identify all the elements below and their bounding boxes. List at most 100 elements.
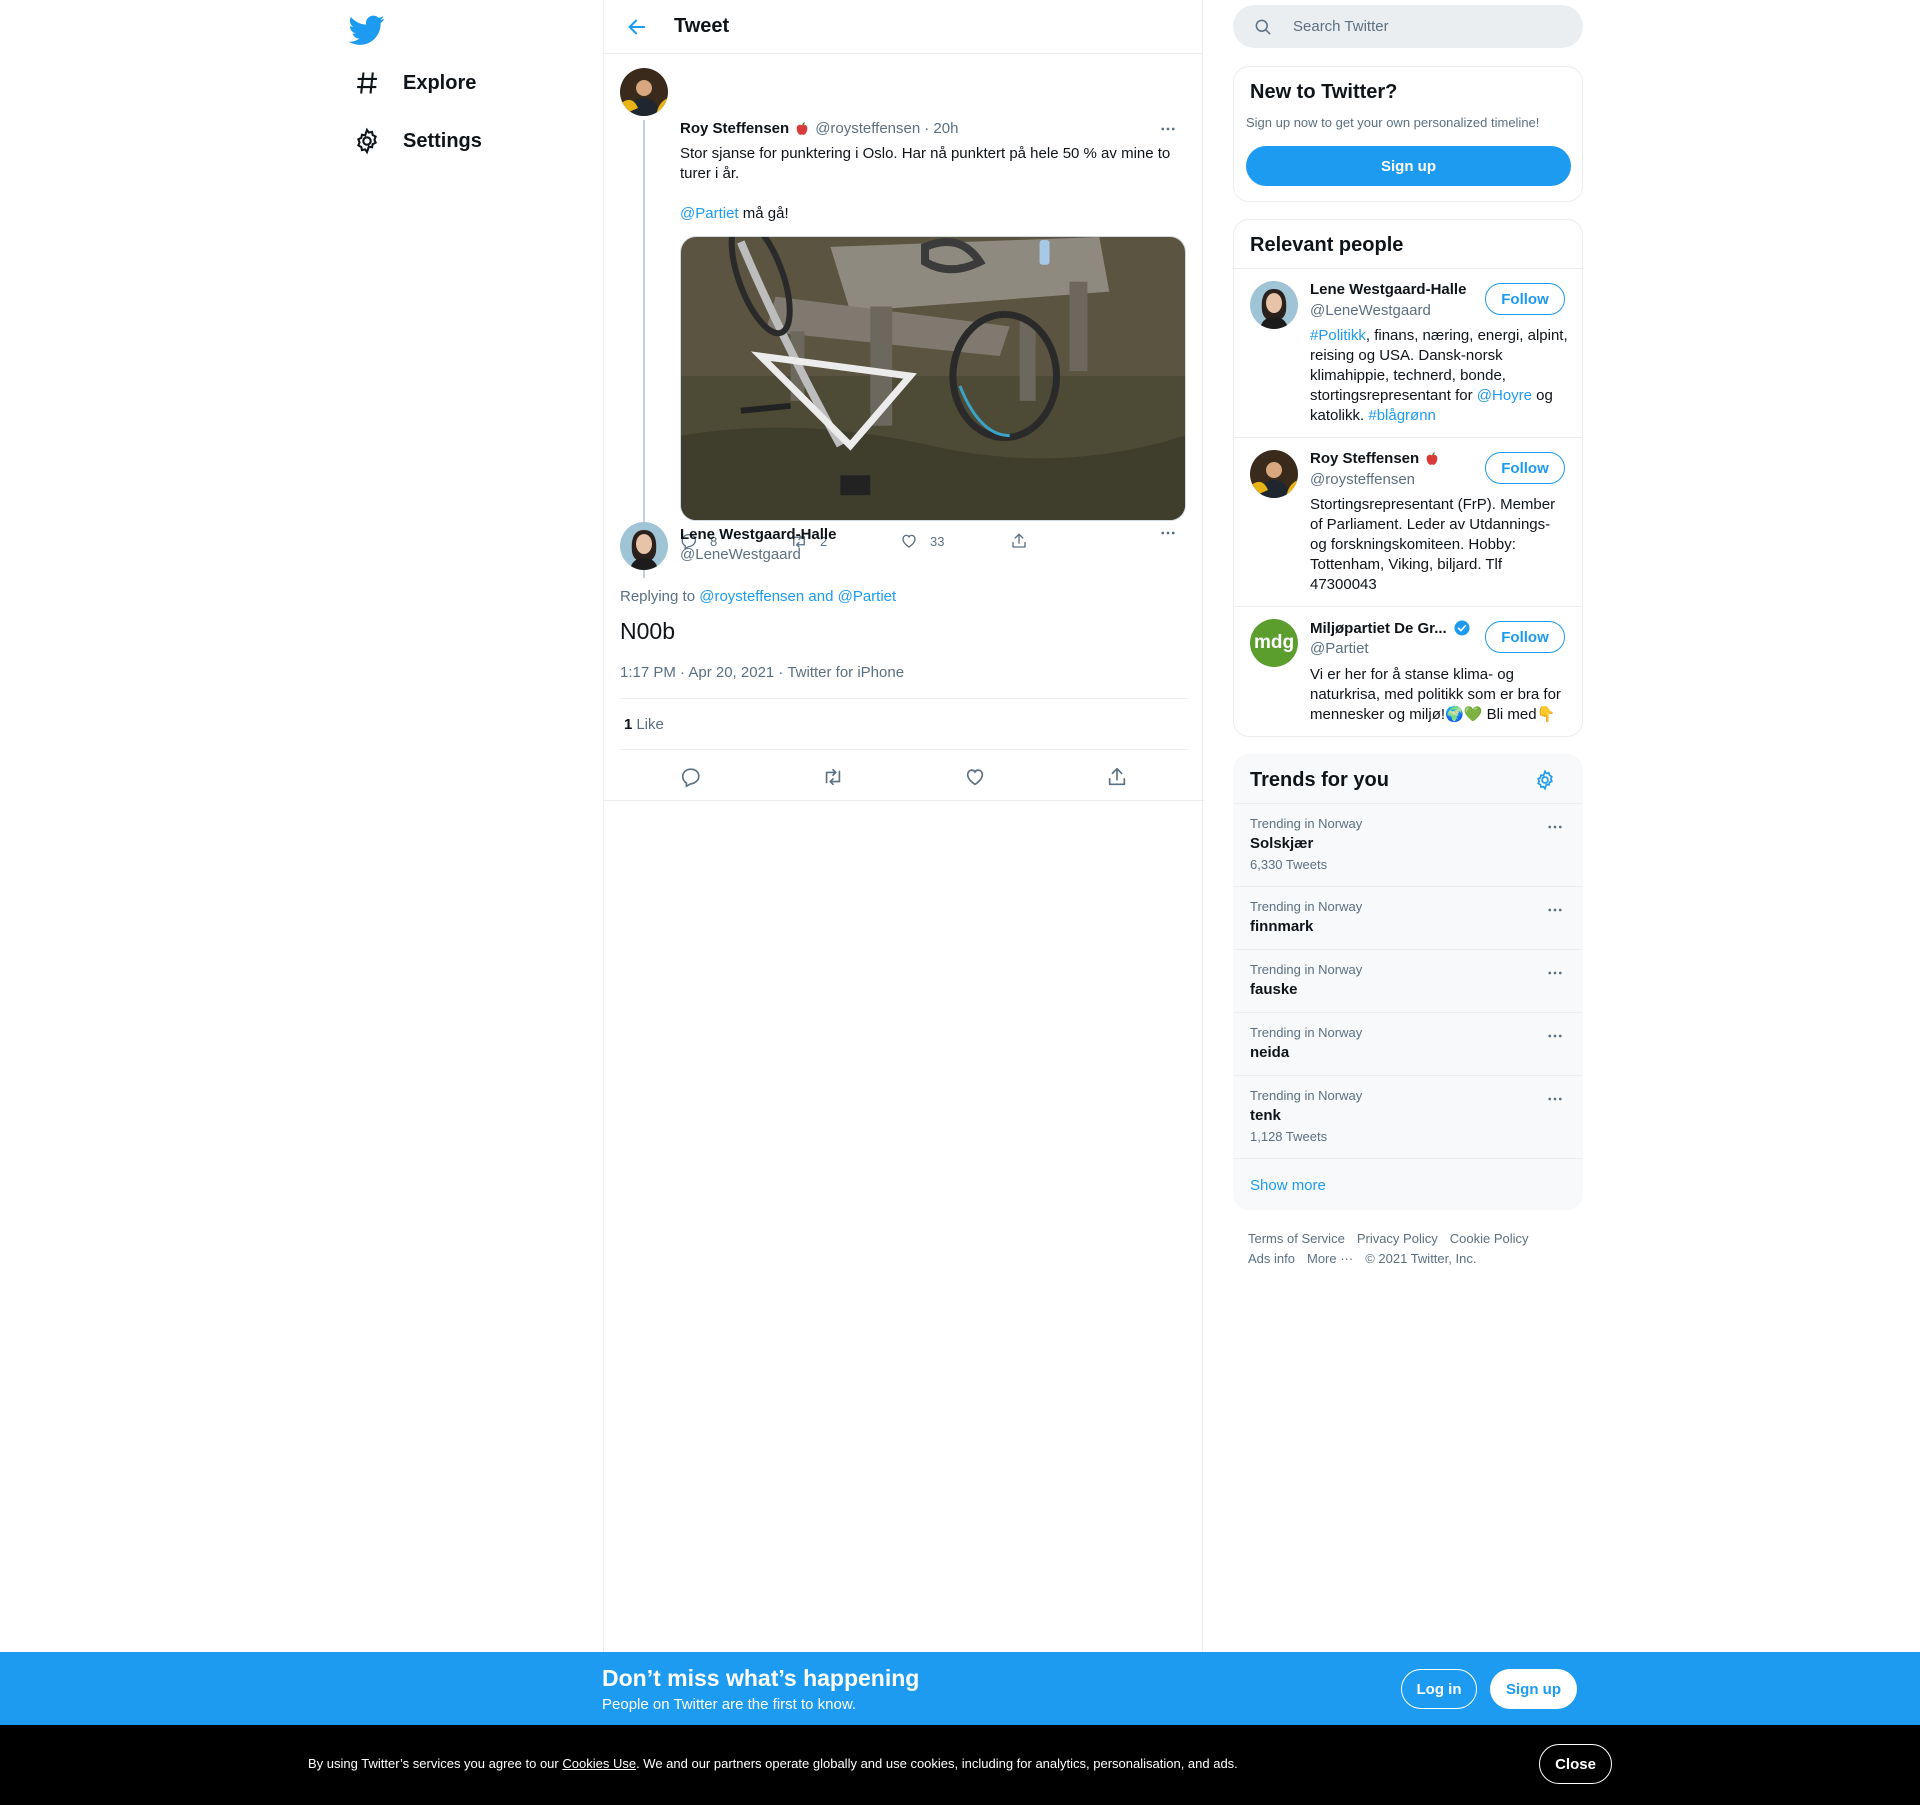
cookie-bar: By using Twitter’s services you agree to… — [0, 1725, 1920, 1805]
trends-card: Trends for you Trending in Norway Solskj… — [1233, 754, 1583, 1210]
hashtag-icon — [353, 69, 381, 97]
ads-info-link[interactable]: Ads info — [1248, 1251, 1295, 1266]
replying-to-links[interactable]: @roysteffensen and @Partiet — [699, 588, 896, 605]
share-button[interactable] — [1010, 532, 1120, 550]
cookie-policy-link[interactable]: Cookie Policy — [1450, 1231, 1529, 1246]
likes-row[interactable]: 1 Like — [620, 698, 1188, 750]
tweet-text-tail: må gå! — [738, 205, 789, 222]
follow-button[interactable]: Follow — [1485, 283, 1565, 315]
hashtag-link[interactable]: #blågrønn — [1368, 407, 1436, 424]
avatar[interactable] — [620, 68, 668, 116]
trend-name: finnmark — [1250, 918, 1314, 935]
like-button[interactable]: 33 — [900, 532, 1010, 550]
trend-item[interactable]: Trending in Norway Solskjær 6,330 Tweets — [1234, 803, 1582, 886]
person-item[interactable]: Roy Steffensen @roysteffensen Follow Sto… — [1234, 438, 1582, 606]
apple-icon — [794, 121, 810, 137]
gear-icon[interactable] — [1534, 769, 1558, 793]
privacy-link[interactable]: Privacy Policy — [1357, 1231, 1438, 1246]
author-name[interactable]: Lene Westgaard-Halle — [680, 526, 836, 543]
more-options-icon[interactable] — [1544, 1025, 1566, 1047]
divider — [604, 800, 1204, 801]
person-item[interactable]: Lene Westgaard-Halle @LeneWestgaard Foll… — [1234, 269, 1582, 437]
search-input[interactable] — [1293, 18, 1553, 35]
twitter-logo-icon[interactable] — [349, 12, 385, 48]
more-options-icon[interactable] — [1544, 962, 1566, 984]
trend-context: Trending in Norway — [1250, 1088, 1363, 1103]
author-name[interactable]: Roy Steffensen — [680, 120, 789, 137]
person-item[interactable]: mdg Miljøpartiet De Gr... @Partiet Follo… — [1234, 607, 1582, 737]
tweet-action-bar — [620, 754, 1188, 800]
share-icon[interactable] — [1106, 766, 1128, 788]
avatar[interactable] — [1250, 281, 1298, 329]
trend-name: tenk — [1250, 1107, 1281, 1124]
person-handle[interactable]: @roysteffensen — [1310, 471, 1415, 488]
parent-tweet[interactable]: Roy Steffensen @roysteffensen · 20h Stor… — [604, 54, 1202, 578]
trend-item[interactable]: Trending in Norway tenk 1,128 Tweets — [1234, 1075, 1582, 1158]
hashtag-link[interactable]: #Politikk — [1310, 327, 1366, 344]
trend-context: Trending in Norway — [1250, 816, 1363, 831]
main-column: Tweet Roy Steffensen @roysteffensen · 20… — [603, 0, 1204, 1652]
more-options-icon[interactable] — [1544, 899, 1566, 921]
avatar[interactable] — [620, 522, 668, 570]
follow-button[interactable]: Follow — [1485, 621, 1565, 653]
trend-count: 6,330 Tweets — [1250, 857, 1328, 872]
trend-item[interactable]: Trending in Norway neida — [1234, 1012, 1582, 1075]
signup-banner: Don’t miss what’s happening People on Tw… — [0, 1652, 1920, 1725]
sign-up-button[interactable]: Sign up — [1246, 146, 1571, 186]
follow-button[interactable]: Follow — [1485, 452, 1565, 484]
tweet-time[interactable]: · 20h — [924, 120, 958, 137]
retweet-icon[interactable] — [822, 766, 844, 788]
replying-to: Replying to @roysteffensen and @Partiet — [620, 588, 896, 605]
person-handle[interactable]: @LeneWestgaard — [1310, 302, 1431, 319]
cookie-text: By using Twitter’s services you agree to… — [308, 1756, 1238, 1771]
avatar[interactable]: mdg — [1250, 619, 1298, 667]
cookies-use-link[interactable]: Cookies Use — [562, 1756, 636, 1771]
tweet-photo[interactable] — [680, 236, 1186, 521]
heart-icon[interactable] — [964, 766, 986, 788]
more-options-icon[interactable] — [1157, 118, 1179, 140]
search-bar[interactable] — [1233, 5, 1583, 48]
terms-link[interactable]: Terms of Service — [1248, 1231, 1345, 1246]
more-options-icon[interactable] — [1544, 816, 1566, 838]
avatar[interactable] — [1250, 450, 1298, 498]
share-icon — [1012, 533, 1026, 548]
person-name: Roy Steffensen — [1310, 450, 1420, 467]
mention-link[interactable]: @Partiet — [680, 205, 739, 222]
trend-context: Trending in Norway — [1250, 899, 1363, 914]
show-more-link[interactable]: Show more — [1250, 1177, 1326, 1194]
like-count: 1 — [624, 715, 633, 733]
nav-explore[interactable]: Explore — [345, 58, 484, 108]
author-handle[interactable]: @roysteffensen — [815, 120, 920, 137]
mention-link[interactable]: @Hoyre — [1477, 387, 1532, 404]
trend-count: 1,128 Tweets — [1250, 1129, 1328, 1144]
trend-item[interactable]: Trending in Norway fauske — [1234, 949, 1582, 1012]
trend-context: Trending in Norway — [1250, 962, 1363, 977]
gear-icon — [353, 127, 381, 155]
sign-up-button[interactable]: Sign up — [1490, 1669, 1577, 1709]
more-link[interactable]: More ··· — [1307, 1251, 1353, 1266]
more-options-icon[interactable] — [1157, 522, 1179, 544]
reply-icon[interactable] — [680, 766, 702, 788]
nav-settings-label: Settings — [403, 129, 482, 152]
person-name-row[interactable]: Roy Steffensen — [1310, 450, 1445, 467]
person-name[interactable]: Lene Westgaard-Halle — [1310, 281, 1466, 298]
trend-item[interactable]: Trending in Norway finnmark — [1234, 886, 1582, 949]
banner-subtitle: People on Twitter are the first to know. — [602, 1696, 857, 1713]
person-name-row[interactable]: Miljøpartiet De Gr... — [1310, 619, 1471, 637]
card-title: Trends for you — [1250, 769, 1389, 791]
page-title: Tweet — [674, 15, 730, 37]
card-title: New to Twitter? — [1250, 81, 1398, 103]
author-handle[interactable]: @LeneWestgaard — [680, 546, 801, 563]
copyright: © 2021 Twitter, Inc. — [1365, 1251, 1477, 1266]
trend-name: neida — [1250, 1044, 1290, 1061]
like-count: 33 — [930, 533, 945, 549]
tweet-meta[interactable]: 1:17 PM · Apr 20, 2021 · Twitter for iPh… — [620, 664, 904, 681]
person-handle[interactable]: @Partiet — [1310, 640, 1369, 657]
close-button[interactable]: Close — [1539, 1744, 1612, 1784]
person-name: Miljøpartiet De Gr... — [1310, 619, 1447, 637]
nav-settings[interactable]: Settings — [345, 116, 490, 166]
log-in-button[interactable]: Log in — [1401, 1669, 1477, 1709]
more-options-icon[interactable] — [1544, 1088, 1566, 1110]
like-label: Like — [636, 715, 664, 733]
back-arrow-icon[interactable] — [620, 10, 654, 44]
